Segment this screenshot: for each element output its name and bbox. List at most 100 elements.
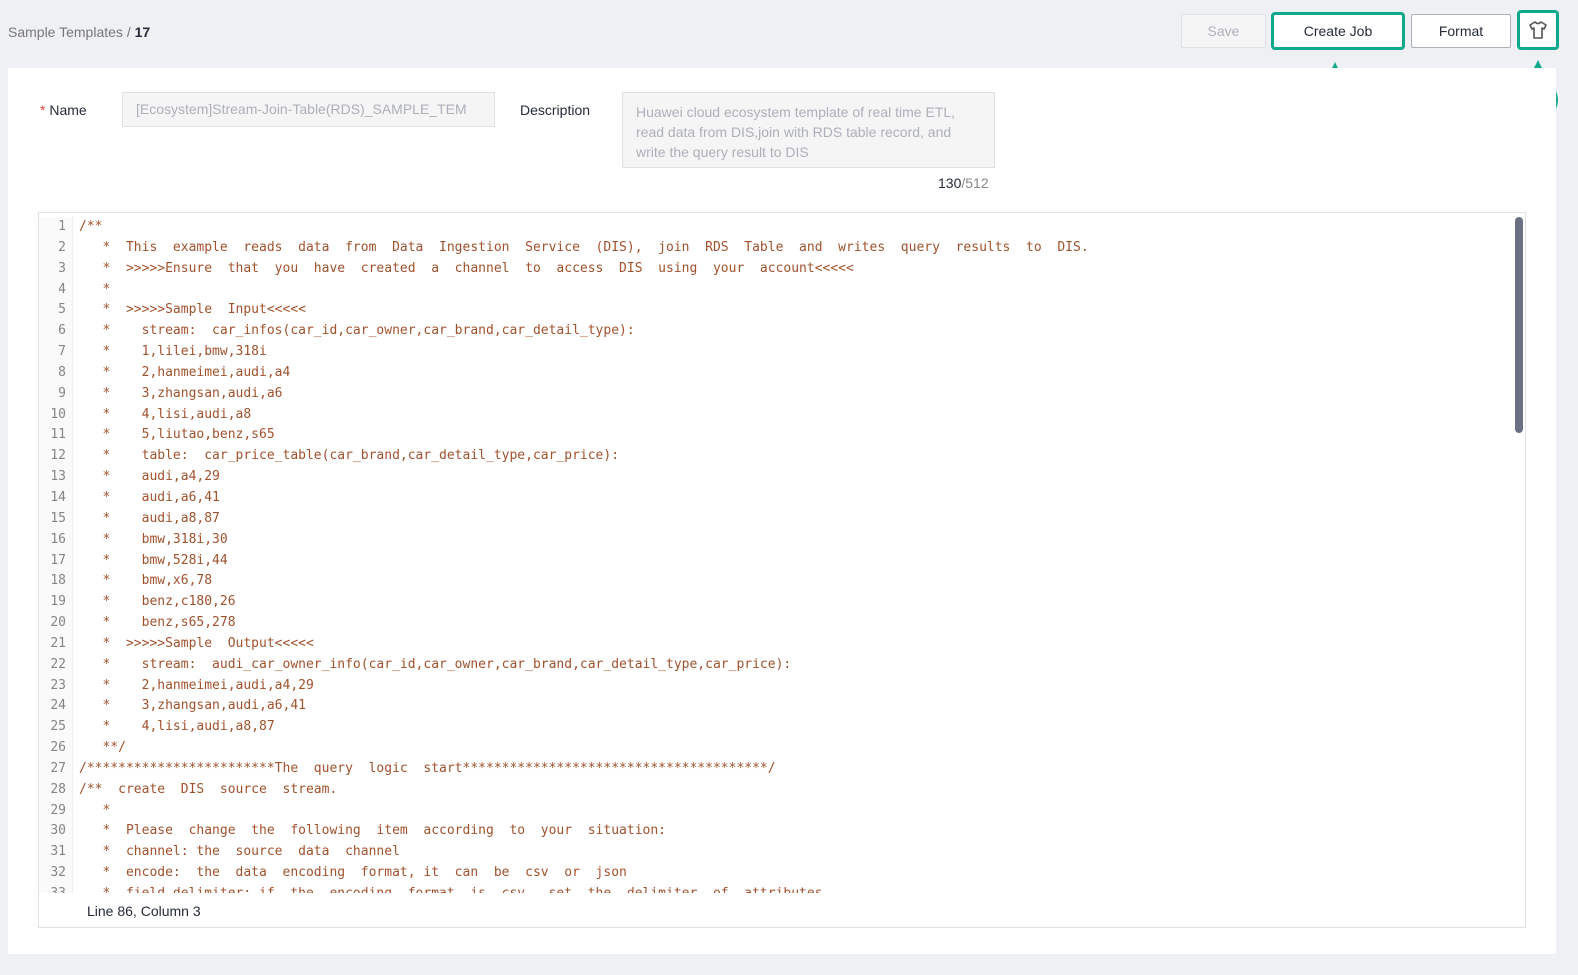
breadcrumb-separator: / [126,24,131,40]
line-number: 24 [39,696,73,718]
line-number: 28 [39,779,73,801]
line-number: 27 [39,758,73,780]
code-line: 12 * table: car_price_table(car_brand,ca… [39,446,1513,468]
line-number: 25 [39,717,73,739]
code-text: * field_delimiter: if the encoding forma… [73,884,822,893]
line-number: 11 [39,425,73,447]
code-line: 5 * >>>>>Sample Input<<<<< [39,300,1513,322]
code-line: 10 * 4,lisi,audi,a8 [39,404,1513,426]
format-button[interactable]: Format [1411,14,1511,48]
breadcrumb: Sample Templates / 17 [8,24,150,40]
code-line: 17 * bmw,528i,44 [39,550,1513,572]
code-text: * 4,lisi,audi,a8 [79,406,252,422]
code-line: 31 * channel: the source data channel [39,842,1513,864]
code-line: 26 **/ [39,738,1513,759]
code-text: * 4,lisi,audi,a8,87 [79,719,275,735]
line-number: 3 [39,258,73,280]
code-line: 20 * benz,s65,278 [39,613,1513,634]
code-text: /** create DIS source stream. [79,781,338,797]
code-text: * stream: car_infos(car_id,car_owner,car… [79,323,635,339]
line-number: 16 [39,529,73,551]
line-number: 2 [39,237,73,259]
line-number: 12 [39,446,73,468]
code-text: * table: car_price_table(car_brand,car_d… [79,448,620,464]
code-line: 28 /** create DIS source stream. [39,779,1513,801]
template-panel: * Name [Ecosystem]Stream-Join-Table(RDS)… [8,68,1556,954]
code-text: * 2,hanmeimei,audi,a4 [79,364,291,380]
code-line: 14 * audi,a6,41 [39,487,1513,509]
code-text: * [79,802,111,818]
code-text: * stream: audi_car_owner_info(car_id,car… [79,656,792,672]
code-line: 19 * benz,c180,26 [39,592,1513,614]
code-line: 9 * 3,zhangsan,audi,a6 [39,383,1513,405]
code-text: /************************The query logic… [79,760,776,776]
description-textarea[interactable]: Huawei cloud ecosystem template of real … [622,92,995,168]
code-line: 11 * 5,liutao,benz,s65 [39,425,1513,447]
code-text: /** [79,219,103,234]
code-line: 7 * 1,lilei,bmw,318i [39,342,1513,363]
create-job-button[interactable]: Create Job [1271,12,1405,50]
code-text: * audi,a6,41 [79,489,220,505]
char-counter: 130/512 [938,175,989,191]
code-text: * >>>>>Sample Input<<<<< [79,302,306,318]
code-line: 4 * [39,279,1513,301]
line-number: 1 [39,217,73,238]
code-line: 8 * 2,hanmeimei,audi,a4 [39,362,1513,384]
code-text: * bmw,528i,44 [79,552,228,568]
description-label: Description [520,102,591,118]
code-line: 2 * This example reads data from Data In… [39,237,1513,259]
code-text: * audi,a4,29 [79,469,220,485]
code-text: * 5,liutao,benz,s65 [79,427,275,443]
code-line: 29 * [39,800,1513,822]
code-text: * >>>>>Ensure that you have created a ch… [79,260,854,276]
editor-scrollbar[interactable] [1515,217,1523,433]
code-line: 21 * >>>>>Sample Output<<<<< [39,633,1513,655]
code-line: 27 /************************The query log… [39,758,1513,780]
line-number: 22 [39,654,73,676]
line-number: 14 [39,487,73,509]
theme-button[interactable] [1517,10,1559,50]
line-number: 26 [39,738,73,759]
code-line: 33 * field_delimiter: if the encoding fo… [39,884,1513,893]
line-number: 13 [39,467,73,488]
name-label: * Name [40,102,87,118]
name-input[interactable]: [Ecosystem]Stream-Join-Table(RDS)_SAMPLE… [122,92,495,127]
code-line: 30 * Please change the following item ac… [39,821,1513,843]
code-text: * encode: the data encoding format, it c… [79,865,627,881]
code-line: 6 * stream: car_infos(car_id,car_owner,c… [39,321,1513,343]
code-area[interactable]: 1 /** 2 * This example reads data from Dat… [39,213,1513,893]
code-text: **/ [79,740,126,756]
save-button[interactable]: Save [1181,14,1266,48]
code-editor[interactable]: 1 /** 2 * This example reads data from Dat… [38,212,1526,928]
code-line: 1 /** [39,217,1513,238]
code-text: * benz,s65,278 [79,615,236,631]
line-number: 7 [39,342,73,363]
code-line: 15 * audi,a8,87 [39,508,1513,530]
line-number: 9 [39,383,73,405]
code-text: * bmw,318i,30 [79,531,228,547]
code-line: 22 * stream: audi_car_owner_info(car_id,… [39,654,1513,676]
code-text: * 2,hanmeimei,audi,a4,29 [79,677,314,693]
line-number: 6 [39,321,73,343]
shirt-icon [1529,21,1547,39]
code-text: * channel: the source data channel [79,844,400,860]
code-text: * 1,lilei,bmw,318i [79,344,267,360]
code-text: * >>>>>Sample Output<<<<< [79,635,314,651]
line-number: 23 [39,675,73,697]
code-text: * benz,c180,26 [79,594,236,610]
line-number: 17 [39,550,73,572]
line-number: 5 [39,300,73,322]
line-number: 33 [39,884,73,893]
breadcrumb-parent[interactable]: Sample Templates [8,24,123,40]
line-number: 8 [39,362,73,384]
code-line: 3 * >>>>>Ensure that you have created a … [39,258,1513,280]
code-line: 24 * 3,zhangsan,audi,a6,41 [39,696,1513,718]
line-number: 31 [39,842,73,864]
line-number: 4 [39,279,73,301]
line-number: 32 [39,863,73,884]
line-number: 21 [39,633,73,655]
code-line: 25 * 4,lisi,audi,a8,87 [39,717,1513,739]
code-text: * bmw,x6,78 [79,573,213,589]
line-number: 20 [39,613,73,634]
code-text: * Please change the following item accor… [79,823,666,839]
